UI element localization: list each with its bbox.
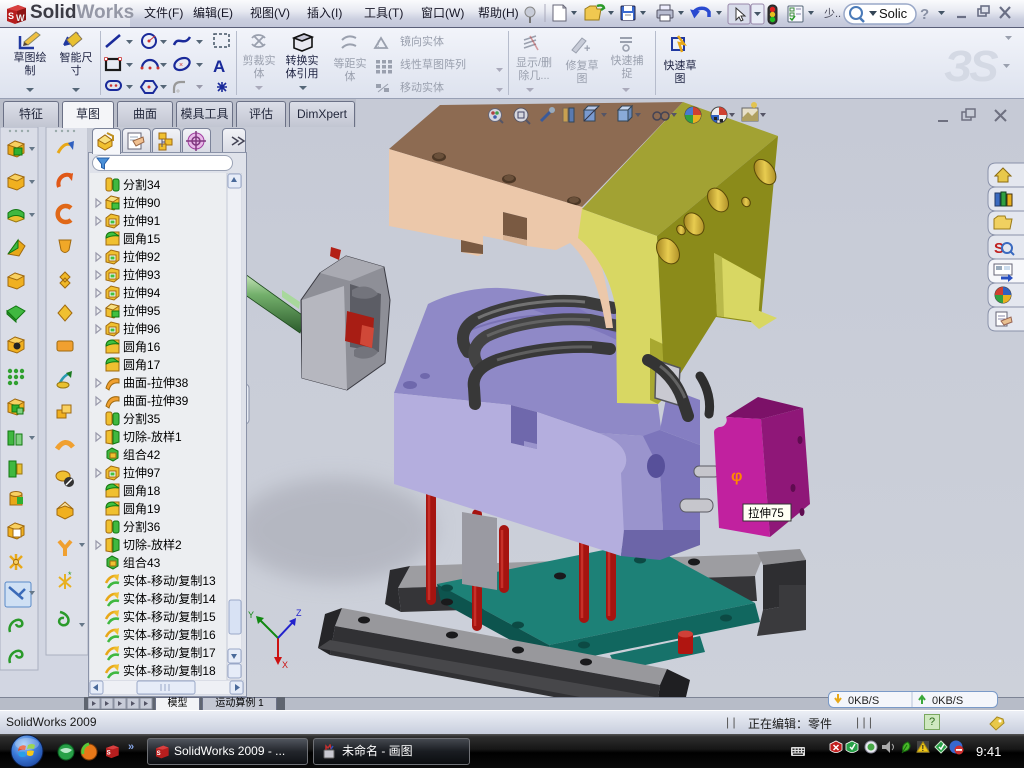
svg-text:S: S — [157, 751, 161, 757]
svg-text:0KB/S: 0KB/S — [848, 695, 879, 707]
svg-text:*: * — [68, 570, 72, 580]
svg-text:Y: Y — [248, 610, 254, 620]
svg-text:X: X — [282, 660, 288, 670]
svg-text:+: + — [584, 43, 590, 55]
svg-text:»: » — [128, 741, 134, 753]
svg-text:!: ! — [377, 39, 380, 49]
svg-text:0KB/S: 0KB/S — [932, 695, 963, 707]
svg-text:S: S — [107, 751, 111, 757]
svg-text:φ: φ — [731, 468, 742, 485]
svg-text:Z: Z — [296, 608, 302, 618]
svg-text:!: ! — [922, 744, 925, 753]
svg-text:拉伸75: 拉伸75 — [748, 506, 784, 520]
svg-text:9:41: 9:41 — [976, 744, 1001, 759]
